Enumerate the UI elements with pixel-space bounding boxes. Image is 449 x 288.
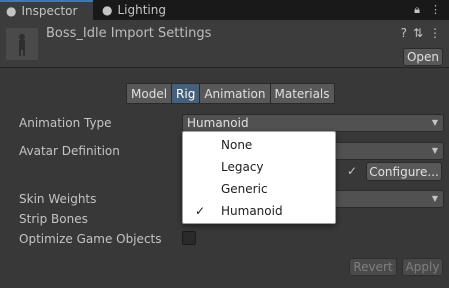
lock-icon[interactable]: 🔒︎ bbox=[414, 3, 420, 17]
optimize-game-objects-label: Optimize Game Objects bbox=[19, 232, 162, 246]
subtab-rig[interactable]: Rig bbox=[171, 83, 201, 104]
tab-lighting-label: Lighting bbox=[117, 3, 166, 17]
checkmark-icon: ✓ bbox=[195, 204, 206, 218]
popup-item-none[interactable]: None bbox=[183, 134, 337, 156]
settings-icon[interactable]: ⇅ bbox=[413, 26, 423, 40]
tab-lighting[interactable]: ● Lighting bbox=[96, 0, 176, 20]
animation-type-label: Animation Type bbox=[19, 116, 112, 130]
popup-item-legacy[interactable]: Legacy bbox=[183, 156, 337, 178]
popup-item-humanoid[interactable]: ✓ Humanoid bbox=[183, 200, 337, 222]
bulb-icon: ● bbox=[102, 3, 113, 17]
strip-bones-label: Strip Bones bbox=[19, 212, 88, 226]
page-title: Boss_Idle Import Settings bbox=[46, 26, 212, 41]
open-button[interactable]: Open bbox=[403, 48, 443, 66]
import-subtabs: Model Rig Animation Materials bbox=[126, 83, 335, 104]
configure-button[interactable]: Configure... bbox=[366, 162, 442, 181]
tab-icons: 🔒︎ ⋮ bbox=[414, 3, 441, 17]
checkmark-icon: ✓ bbox=[347, 164, 358, 178]
revert-button[interactable]: Revert bbox=[349, 258, 397, 276]
popup-item-generic[interactable]: Generic bbox=[183, 178, 337, 200]
subtab-model[interactable]: Model bbox=[126, 83, 173, 104]
apply-button[interactable]: Apply bbox=[402, 258, 443, 276]
subtab-materials[interactable]: Materials bbox=[269, 83, 335, 104]
header-icons: ? ⇅ ⋮ bbox=[401, 26, 441, 40]
window-tabbar: ● Inspector ● Lighting 🔒︎ ⋮ bbox=[0, 0, 449, 20]
kebab-icon[interactable]: ⋮ bbox=[429, 26, 441, 40]
skin-weights-label: Skin Weights bbox=[19, 192, 97, 206]
asset-thumbnail bbox=[6, 28, 38, 60]
chevron-down-icon: ▼ bbox=[431, 146, 438, 155]
menu-icon[interactable]: ⋮ bbox=[430, 3, 441, 17]
avatar-definition-label: Avatar Definition bbox=[19, 144, 120, 158]
info-icon: ● bbox=[6, 4, 17, 18]
help-icon[interactable]: ? bbox=[401, 26, 407, 40]
animation-type-popup: None Legacy Generic ✓ Humanoid bbox=[182, 131, 336, 224]
tab-inspector-label: Inspector bbox=[21, 4, 78, 18]
animation-type-dropdown[interactable]: Humanoid ▼ bbox=[182, 114, 444, 132]
popup-item-label: Legacy bbox=[221, 160, 264, 174]
optimize-game-objects-checkbox[interactable] bbox=[182, 231, 196, 245]
import-settings-header: Boss_Idle Import Settings ? ⇅ ⋮ Open bbox=[0, 20, 449, 68]
popup-item-label: None bbox=[221, 138, 253, 152]
popup-item-label: Humanoid bbox=[221, 204, 283, 218]
subtab-animation[interactable]: Animation bbox=[199, 83, 271, 104]
popup-item-label: Generic bbox=[221, 182, 268, 196]
animation-type-value: Humanoid bbox=[187, 116, 249, 130]
chevron-down-icon: ▼ bbox=[431, 194, 438, 203]
tab-inspector[interactable]: ● Inspector bbox=[0, 0, 93, 20]
chevron-down-icon: ▼ bbox=[431, 118, 438, 127]
